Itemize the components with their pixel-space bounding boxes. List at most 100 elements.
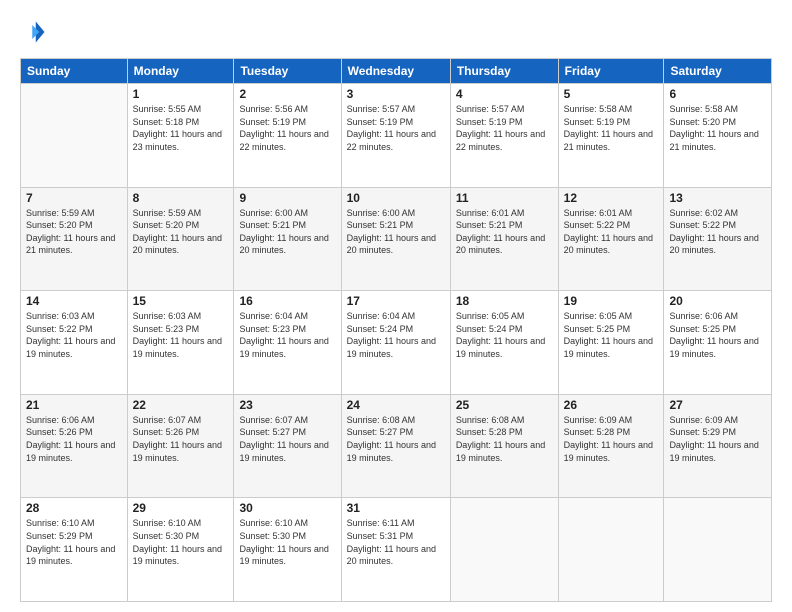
- cell-text: Sunrise: 6:05 AMSunset: 5:24 PMDaylight:…: [456, 311, 545, 359]
- cell-text: Sunrise: 6:03 AMSunset: 5:22 PMDaylight:…: [26, 311, 115, 359]
- day-number: 23: [239, 398, 335, 412]
- calendar-cell: 22 Sunrise: 6:07 AMSunset: 5:26 PMDayligh…: [127, 394, 234, 498]
- calendar-week-row: 14 Sunrise: 6:03 AMSunset: 5:22 PMDayligh…: [21, 291, 772, 395]
- weekday-header-row: SundayMondayTuesdayWednesdayThursdayFrid…: [21, 59, 772, 84]
- logo: [20, 18, 52, 46]
- day-number: 19: [564, 294, 659, 308]
- cell-text: Sunrise: 6:11 AMSunset: 5:31 PMDaylight:…: [347, 518, 436, 566]
- cell-text: Sunrise: 6:06 AMSunset: 5:26 PMDaylight:…: [26, 415, 115, 463]
- calendar-cell: 20Sunrise: 6:06 AMSunset: 5:25 PMDayligh…: [664, 291, 772, 395]
- cell-text: Sunrise: 6:08 AMSunset: 5:27 PMDaylight:…: [347, 415, 436, 463]
- day-number: 24: [347, 398, 445, 412]
- calendar-cell: 12 Sunrise: 6:01 AMSunset: 5:22 PMDayligh…: [558, 187, 664, 291]
- cell-text: Sunrise: 6:10 AMSunset: 5:30 PMDaylight:…: [133, 518, 222, 566]
- calendar-cell: 19Sunrise: 6:05 AMSunset: 5:25 PMDayligh…: [558, 291, 664, 395]
- calendar-cell: [450, 498, 558, 602]
- calendar-cell: 6 Sunrise: 5:58 AMSunset: 5:20 PMDaylight…: [664, 84, 772, 188]
- calendar-cell: 29 Sunrise: 6:10 AMSunset: 5:30 PMDayligh…: [127, 498, 234, 602]
- cell-text: Sunrise: 6:09 AMSunset: 5:28 PMDaylight:…: [564, 415, 653, 463]
- calendar-week-row: 21 Sunrise: 6:06 AMSunset: 5:26 PMDayligh…: [21, 394, 772, 498]
- calendar-cell: 18 Sunrise: 6:05 AMSunset: 5:24 PMDayligh…: [450, 291, 558, 395]
- calendar-week-row: 1Sunrise: 5:55 AMSunset: 5:18 PMDaylight…: [21, 84, 772, 188]
- cell-text: Sunrise: 6:07 AMSunset: 5:26 PMDaylight:…: [133, 415, 222, 463]
- day-number: 28: [26, 501, 122, 515]
- cell-text: Sunrise: 6:00 AMSunset: 5:21 PMDaylight:…: [347, 208, 436, 256]
- calendar-cell: [664, 498, 772, 602]
- calendar-cell: 14 Sunrise: 6:03 AMSunset: 5:22 PMDayligh…: [21, 291, 128, 395]
- day-number: 1: [133, 87, 229, 101]
- cell-text: Sunrise: 6:03 AMSunset: 5:23 PMDaylight:…: [133, 311, 222, 359]
- day-number: 13: [669, 191, 766, 205]
- cell-text: Sunrise: 6:01 AMSunset: 5:21 PMDaylight:…: [456, 208, 545, 256]
- day-number: 22: [133, 398, 229, 412]
- logo-icon: [20, 18, 48, 46]
- cell-text: Sunrise: 5:56 AMSunset: 5:19 PMDaylight:…: [239, 104, 328, 152]
- calendar-cell: 11 Sunrise: 6:01 AMSunset: 5:21 PMDayligh…: [450, 187, 558, 291]
- calendar-cell: 15 Sunrise: 6:03 AMSunset: 5:23 PMDayligh…: [127, 291, 234, 395]
- day-number: 30: [239, 501, 335, 515]
- cell-text: Sunrise: 6:06 AMSunset: 5:25 PMDaylight:…: [669, 311, 758, 359]
- day-number: 6: [669, 87, 766, 101]
- calendar-cell: [21, 84, 128, 188]
- calendar-cell: 5 Sunrise: 5:58 AMSunset: 5:19 PMDaylight…: [558, 84, 664, 188]
- cell-text: Sunrise: 6:04 AMSunset: 5:23 PMDaylight:…: [239, 311, 328, 359]
- weekday-header-friday: Friday: [558, 59, 664, 84]
- cell-text: Sunrise: 6:08 AMSunset: 5:28 PMDaylight:…: [456, 415, 545, 463]
- day-number: 5: [564, 87, 659, 101]
- cell-text: Sunrise: 5:59 AMSunset: 5:20 PMDaylight:…: [133, 208, 222, 256]
- day-number: 27: [669, 398, 766, 412]
- calendar-cell: 26 Sunrise: 6:09 AMSunset: 5:28 PMDayligh…: [558, 394, 664, 498]
- day-number: 16: [239, 294, 335, 308]
- page: SundayMondayTuesdayWednesdayThursdayFrid…: [0, 0, 792, 612]
- cell-text: Sunrise: 6:01 AMSunset: 5:22 PMDaylight:…: [564, 208, 653, 256]
- calendar-cell: 4 Sunrise: 5:57 AMSunset: 5:19 PMDaylight…: [450, 84, 558, 188]
- day-number: 3: [347, 87, 445, 101]
- calendar-cell: 21 Sunrise: 6:06 AMSunset: 5:26 PMDayligh…: [21, 394, 128, 498]
- header: [20, 18, 772, 46]
- calendar-cell: 24 Sunrise: 6:08 AMSunset: 5:27 PMDayligh…: [341, 394, 450, 498]
- calendar: SundayMondayTuesdayWednesdayThursdayFrid…: [20, 58, 772, 602]
- weekday-header-tuesday: Tuesday: [234, 59, 341, 84]
- cell-text: Sunrise: 6:00 AMSunset: 5:21 PMDaylight:…: [239, 208, 328, 256]
- calendar-cell: 16 Sunrise: 6:04 AMSunset: 5:23 PMDayligh…: [234, 291, 341, 395]
- weekday-header-monday: Monday: [127, 59, 234, 84]
- day-number: 4: [456, 87, 553, 101]
- day-number: 14: [26, 294, 122, 308]
- day-number: 25: [456, 398, 553, 412]
- cell-text: Sunrise: 5:57 AMSunset: 5:19 PMDaylight:…: [347, 104, 436, 152]
- day-number: 21: [26, 398, 122, 412]
- calendar-cell: 3 Sunrise: 5:57 AMSunset: 5:19 PMDaylight…: [341, 84, 450, 188]
- day-number: 9: [239, 191, 335, 205]
- calendar-cell: 28 Sunrise: 6:10 AMSunset: 5:29 PMDayligh…: [21, 498, 128, 602]
- cell-text: Sunrise: 6:02 AMSunset: 5:22 PMDaylight:…: [669, 208, 758, 256]
- calendar-cell: 25 Sunrise: 6:08 AMSunset: 5:28 PMDayligh…: [450, 394, 558, 498]
- day-number: 26: [564, 398, 659, 412]
- calendar-cell: 17Sunrise: 6:04 AMSunset: 5:24 PMDayligh…: [341, 291, 450, 395]
- day-number: 12: [564, 191, 659, 205]
- day-number: 8: [133, 191, 229, 205]
- day-number: 15: [133, 294, 229, 308]
- cell-text: Sunrise: 5:58 AMSunset: 5:19 PMDaylight:…: [564, 104, 653, 152]
- weekday-header-saturday: Saturday: [664, 59, 772, 84]
- cell-text: Sunrise: 5:57 AMSunset: 5:19 PMDaylight:…: [456, 104, 545, 152]
- day-number: 18: [456, 294, 553, 308]
- day-number: 2: [239, 87, 335, 101]
- calendar-cell: 31 Sunrise: 6:11 AMSunset: 5:31 PMDayligh…: [341, 498, 450, 602]
- cell-text: Sunrise: 6:10 AMSunset: 5:29 PMDaylight:…: [26, 518, 115, 566]
- day-number: 31: [347, 501, 445, 515]
- calendar-cell: 8 Sunrise: 5:59 AMSunset: 5:20 PMDaylight…: [127, 187, 234, 291]
- calendar-cell: 1Sunrise: 5:55 AMSunset: 5:18 PMDaylight…: [127, 84, 234, 188]
- cell-text: Sunrise: 5:59 AMSunset: 5:20 PMDaylight:…: [26, 208, 115, 256]
- calendar-cell: 23Sunrise: 6:07 AMSunset: 5:27 PMDayligh…: [234, 394, 341, 498]
- day-number: 11: [456, 191, 553, 205]
- weekday-header-wednesday: Wednesday: [341, 59, 450, 84]
- calendar-cell: 27Sunrise: 6:09 AMSunset: 5:29 PMDayligh…: [664, 394, 772, 498]
- day-number: 29: [133, 501, 229, 515]
- cell-text: Sunrise: 5:58 AMSunset: 5:20 PMDaylight:…: [669, 104, 758, 152]
- day-number: 17: [347, 294, 445, 308]
- weekday-header-sunday: Sunday: [21, 59, 128, 84]
- calendar-cell: 10Sunrise: 6:00 AMSunset: 5:21 PMDayligh…: [341, 187, 450, 291]
- calendar-week-row: 28 Sunrise: 6:10 AMSunset: 5:29 PMDayligh…: [21, 498, 772, 602]
- calendar-cell: 7Sunrise: 5:59 AMSunset: 5:20 PMDaylight…: [21, 187, 128, 291]
- calendar-cell: 9 Sunrise: 6:00 AMSunset: 5:21 PMDaylight…: [234, 187, 341, 291]
